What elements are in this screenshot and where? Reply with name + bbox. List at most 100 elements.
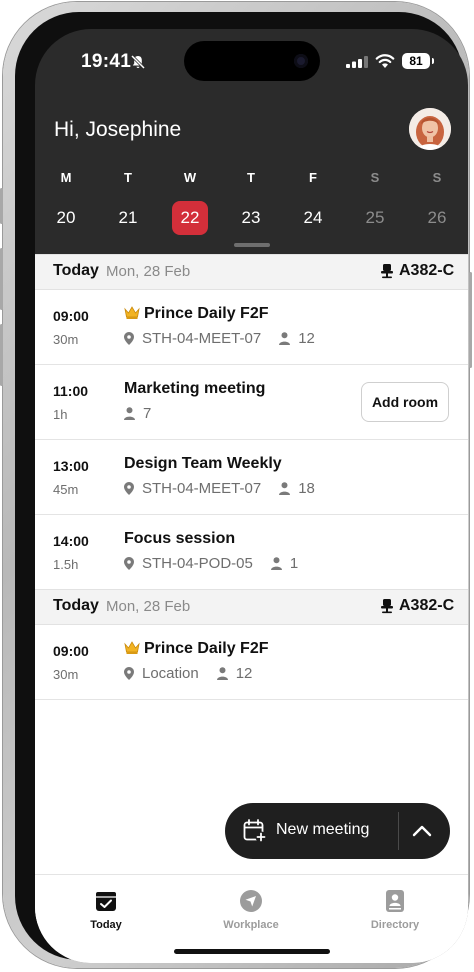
tab-today[interactable]: Today <box>56 889 156 931</box>
meeting-title: Prince Daily F2F <box>124 305 269 323</box>
day-of-week: W <box>183 170 197 185</box>
person-icon <box>279 482 291 495</box>
meeting-meta: STH-04-MEET-07 12 <box>124 330 315 347</box>
meeting-title: Focus session <box>124 530 235 548</box>
meeting-location: STH-04-POD-05 <box>142 555 253 572</box>
day-of-week: S <box>370 170 380 185</box>
home-indicator[interactable] <box>174 949 330 954</box>
greeting: Hi, Josephine <box>54 118 182 141</box>
day-of-week: S <box>432 170 442 185</box>
attendee-count: 7 <box>143 405 152 422</box>
new-meeting-button[interactable]: New meeting <box>276 821 369 839</box>
section-label: Today <box>53 597 99 614</box>
person-icon <box>124 407 135 420</box>
phone-side-button <box>0 188 3 224</box>
meeting-location: STH-04-MEET-07 <box>142 330 262 347</box>
meeting-meta: 7 <box>124 405 151 422</box>
new-meeting-fab: New meeting <box>225 803 450 859</box>
section-date: Mon, 28 Feb <box>106 598 191 615</box>
tab-label: Today <box>90 919 122 931</box>
meeting-duration: 45m <box>53 482 79 497</box>
screen: 19:41 81 Hi, Josephine M 20 T 21 W 22 T … <box>35 29 468 963</box>
battery-icon: 81 <box>402 53 430 69</box>
phone-side-button <box>0 248 3 310</box>
meeting-duration: 30m <box>53 332 79 347</box>
meeting-location: STH-04-MEET-07 <box>142 480 262 497</box>
day-number: 25 <box>365 208 385 227</box>
day-number: 20 <box>56 208 76 227</box>
meeting-meta: STH-04-POD-05 1 <box>124 555 298 572</box>
section-header: Today Mon, 28 Feb A382-C <box>35 589 468 625</box>
meeting-row[interactable]: 11:00 1h Marketing meeting 7 Add room <box>35 365 468 440</box>
day-thursday[interactable]: T 23 <box>233 169 269 235</box>
navigation-icon <box>240 890 262 912</box>
crown-icon <box>124 641 140 654</box>
meeting-title-text: Focus session <box>124 530 236 547</box>
phone-side-button <box>0 324 3 386</box>
phone-side-button <box>469 272 472 368</box>
tab-directory[interactable]: Directory <box>345 889 445 931</box>
attendee-count: 12 <box>235 665 253 682</box>
day-of-week: T <box>247 170 255 185</box>
day-friday[interactable]: F 24 <box>295 169 331 235</box>
day-number: 22 <box>172 201 208 235</box>
avatar-photo <box>409 108 451 150</box>
status-time: 19:41 <box>81 51 132 72</box>
desk-chair-icon <box>381 264 393 279</box>
desk-code: A382-C <box>399 597 455 614</box>
meeting-title: Prince Daily F2F <box>124 640 269 658</box>
meeting-title-text: Marketing meeting <box>124 380 266 397</box>
chevron-up-icon[interactable] <box>412 822 432 840</box>
crown-icon <box>124 306 140 319</box>
wifi-icon <box>375 54 395 68</box>
meeting-duration: 1h <box>53 407 68 422</box>
day-monday[interactable]: M 20 <box>48 169 84 235</box>
day-number: 21 <box>118 208 138 227</box>
meeting-title: Design Team Weekly <box>124 455 282 473</box>
meeting-time: 13:00 <box>53 458 89 474</box>
day-number: 26 <box>427 208 447 227</box>
meeting-title-text: Prince Daily F2F <box>144 640 269 657</box>
meeting-meta: STH-04-MEET-07 18 <box>124 480 315 497</box>
location-pin-icon <box>124 482 134 495</box>
attendee-count: 1 <box>289 555 299 572</box>
day-of-week: F <box>309 170 317 185</box>
location-pin-icon <box>124 332 134 345</box>
meeting-location: Location <box>142 665 199 682</box>
location-pin-icon <box>124 557 134 570</box>
attendee-count: 18 <box>298 480 315 497</box>
meeting-row[interactable]: 09:00 30m Prince Daily F2F Location 12 <box>35 625 468 700</box>
meeting-title: Marketing meeting <box>124 380 265 398</box>
meeting-row[interactable]: 09:00 30m Prince Daily F2F STH-04-MEET-0… <box>35 290 468 365</box>
section-header: Today Mon, 28 Feb A382-C <box>35 254 468 290</box>
add-room-button[interactable]: Add room <box>361 382 449 422</box>
day-tuesday[interactable]: T 21 <box>110 169 146 235</box>
avatar[interactable] <box>409 108 451 150</box>
meeting-duration: 30m <box>53 667 79 682</box>
meeting-row[interactable]: 13:00 45m Design Team Weekly STH-04-MEET… <box>35 440 468 515</box>
day-number: 23 <box>241 208 261 227</box>
section-date: Mon, 28 Feb <box>106 263 191 280</box>
day-wednesday-selected[interactable]: W 22 <box>172 169 208 235</box>
meeting-row[interactable]: 14:00 1.5h Focus session STH-04-POD-05 1 <box>35 515 468 590</box>
bell-slash-icon <box>130 54 146 70</box>
battery-tip <box>432 58 434 64</box>
tab-label: Workplace <box>223 919 279 931</box>
person-icon <box>216 667 228 680</box>
calendar-plus-icon[interactable] <box>243 819 267 843</box>
week-strip: M 20 T 21 W 22 T 23 F 24 S 25 S 26 <box>35 169 468 235</box>
day-saturday[interactable]: S 25 <box>357 169 393 235</box>
person-icon <box>270 557 282 570</box>
meeting-time: 09:00 <box>53 308 89 324</box>
tab-workplace[interactable]: Workplace <box>201 889 301 931</box>
sheet-grabber[interactable] <box>234 243 270 247</box>
contact-book-icon <box>386 890 404 912</box>
meeting-time: 14:00 <box>53 533 89 549</box>
location-pin-icon <box>124 667 134 680</box>
day-of-week: M <box>60 170 72 185</box>
phone-bezel: 19:41 81 Hi, Josephine M 20 T 21 W 22 T … <box>15 12 468 963</box>
day-sunday[interactable]: S 26 <box>419 169 455 235</box>
calendar-check-icon <box>96 892 116 911</box>
fab-divider <box>398 812 399 850</box>
meeting-meta: Location 12 <box>124 665 252 682</box>
